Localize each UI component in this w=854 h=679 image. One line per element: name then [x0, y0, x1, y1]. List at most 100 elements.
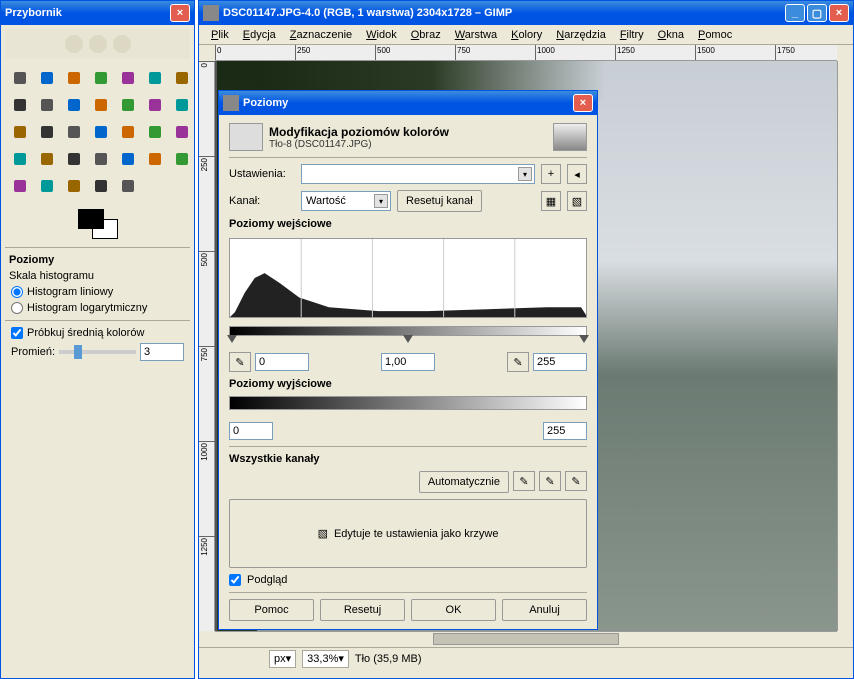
preview-check[interactable] — [229, 574, 241, 586]
text-icon[interactable] — [143, 120, 167, 144]
input-gradient[interactable] — [229, 326, 587, 336]
scrollbar-horizontal[interactable] — [215, 631, 837, 647]
menu-plik[interactable]: Plik — [205, 27, 235, 43]
menu-widok[interactable]: Widok — [360, 27, 403, 43]
scrollbar-vertical[interactable] — [837, 61, 853, 631]
perspective-icon[interactable] — [89, 120, 113, 144]
ellipse-select-icon[interactable] — [35, 66, 59, 90]
histogram[interactable] — [229, 238, 587, 318]
radius-spin[interactable]: 3 — [140, 343, 184, 361]
help-button[interactable]: Pomoc — [229, 599, 314, 621]
log-histogram-icon[interactable]: ▧ — [567, 191, 587, 211]
menu-warstwa[interactable]: Warstwa — [449, 27, 503, 43]
pick-black-icon[interactable]: ✎ — [229, 352, 251, 372]
align-icon[interactable] — [143, 93, 167, 117]
paths-icon[interactable] — [8, 93, 32, 117]
foreground-select-icon[interactable] — [170, 66, 194, 90]
menu-kolory[interactable]: Kolory — [505, 27, 548, 43]
shear-icon[interactable] — [62, 120, 86, 144]
zoom-icon[interactable] — [62, 93, 86, 117]
output-gradient[interactable] — [229, 396, 587, 410]
ruler-vertical[interactable]: 025050075010001250 — [199, 61, 215, 631]
radio-log[interactable] — [11, 302, 23, 314]
menu-zaznaczenie[interactable]: Zaznaczenie — [284, 27, 358, 43]
color-swatch[interactable] — [78, 209, 118, 239]
unit-combo[interactable]: px ▾ — [269, 650, 296, 668]
radius-slider[interactable] — [59, 350, 136, 354]
settings-combo[interactable]: ▾ — [301, 164, 535, 184]
reset-channel-button[interactable]: Resetuj kanał — [397, 190, 482, 212]
all-channels-label: Wszystkie kanały — [229, 453, 587, 465]
preview-label: Podgląd — [247, 574, 287, 586]
minimize-icon[interactable]: _ — [785, 4, 805, 22]
crop-icon[interactable] — [170, 93, 194, 117]
color-select-icon[interactable] — [116, 66, 140, 90]
tool-grid — [5, 63, 190, 201]
pick-gray-all-icon[interactable]: ✎ — [539, 471, 561, 491]
maximize-icon[interactable]: ▢ — [807, 4, 827, 22]
menu-edycja[interactable]: Edycja — [237, 27, 282, 43]
menu-narzędzia[interactable]: Narzędzia — [550, 27, 612, 43]
smudge-icon[interactable] — [89, 174, 113, 198]
close-icon[interactable]: × — [829, 4, 849, 22]
output-low-spin[interactable]: 0 — [229, 422, 273, 440]
pick-black-all-icon[interactable]: ✎ — [513, 471, 535, 491]
input-high-spin[interactable]: 255 — [533, 353, 587, 371]
preset-menu-button[interactable]: ◂ — [567, 164, 587, 184]
pick-white-all-icon[interactable]: ✎ — [565, 471, 587, 491]
rotate-icon[interactable] — [8, 120, 32, 144]
add-preset-button[interactable]: + — [541, 164, 561, 184]
menu-okna[interactable]: Okna — [652, 27, 690, 43]
eraser-icon[interactable] — [89, 147, 113, 171]
scale-icon[interactable] — [35, 120, 59, 144]
perspective-clone-icon[interactable] — [35, 174, 59, 198]
toolbox-titlebar[interactable]: Przybornik × — [1, 1, 194, 25]
image-titlebar[interactable]: DSC01147.JPG-4.0 (RGB, 1 warstwa) 2304x1… — [199, 1, 853, 25]
linear-histogram-icon[interactable]: ▦ — [541, 191, 561, 211]
clone-icon[interactable] — [170, 147, 194, 171]
move-icon[interactable] — [116, 93, 140, 117]
status-layer: Tło (35,9 MB) — [355, 653, 422, 665]
heal-icon[interactable] — [8, 174, 32, 198]
menu-filtry[interactable]: Filtry — [614, 27, 650, 43]
pick-white-icon[interactable]: ✎ — [507, 352, 529, 372]
blend-icon[interactable] — [8, 147, 32, 171]
color-picker-icon[interactable] — [35, 93, 59, 117]
pencil-icon[interactable] — [35, 147, 59, 171]
ink-icon[interactable] — [143, 147, 167, 171]
sample-average-check[interactable] — [11, 327, 23, 339]
close-icon[interactable]: × — [573, 94, 593, 112]
measure-icon[interactable] — [89, 93, 113, 117]
menu-obraz[interactable]: Obraz — [405, 27, 447, 43]
dodge-icon[interactable] — [116, 174, 140, 198]
rect-select-icon[interactable] — [8, 66, 32, 90]
ruler-horizontal[interactable]: 02505007501000125015001750 — [215, 45, 837, 61]
ok-button[interactable]: OK — [411, 599, 496, 621]
image-title: DSC01147.JPG-4.0 (RGB, 1 warstwa) 2304x1… — [223, 7, 512, 19]
reset-button[interactable]: Resetuj — [320, 599, 405, 621]
paintbrush-icon[interactable] — [62, 147, 86, 171]
gimp-logo — [5, 29, 190, 59]
tool-options-title: Poziomy — [5, 252, 190, 268]
fuzzy-select-icon[interactable] — [89, 66, 113, 90]
scissors-icon[interactable] — [143, 66, 167, 90]
edit-as-curves-button[interactable]: ▧Edytuje te ustawienia jako krzywe — [229, 499, 587, 568]
zoom-combo[interactable]: 33,3% ▾ — [302, 650, 349, 668]
dialog-icon — [229, 123, 263, 151]
cancel-button[interactable]: Anuluj — [502, 599, 587, 621]
close-icon[interactable]: × — [170, 4, 190, 22]
channel-combo[interactable]: Wartość▾ — [301, 191, 391, 211]
settings-label: Ustawienia: — [229, 168, 295, 180]
auto-button[interactable]: Automatycznie — [419, 471, 509, 493]
flip-icon[interactable] — [116, 120, 140, 144]
bucket-fill-icon[interactable] — [170, 120, 194, 144]
airbrush-icon[interactable] — [116, 147, 140, 171]
free-select-icon[interactable] — [62, 66, 86, 90]
output-high-spin[interactable]: 255 — [543, 422, 587, 440]
input-gamma-spin[interactable]: 1,00 — [381, 353, 435, 371]
levels-titlebar[interactable]: Poziomy × — [219, 91, 597, 115]
menu-pomoc[interactable]: Pomoc — [692, 27, 738, 43]
radio-linear[interactable] — [11, 286, 23, 298]
blur-icon[interactable] — [62, 174, 86, 198]
input-low-spin[interactable]: 0 — [255, 353, 309, 371]
